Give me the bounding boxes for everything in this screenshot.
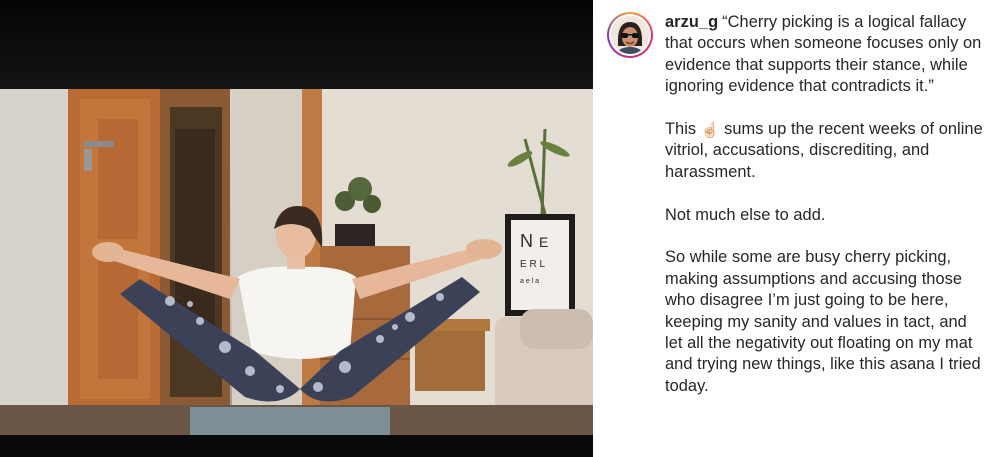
caption-paragraph-4: So while some are busy cherry picking, m…	[665, 248, 981, 395]
svg-text:E: E	[539, 234, 548, 250]
yoga-photo-illustration: N E E R L a e l a	[0, 89, 593, 435]
pointing-up-emoji-icon: ☝🏻	[700, 122, 720, 140]
avatar-border	[609, 14, 651, 56]
caption-pane: arzu_g “Cherry picking is a logical falla…	[593, 0, 1000, 457]
caption-paragraph-1: arzu_g “Cherry picking is a logical falla…	[665, 12, 986, 98]
svg-text:a e l a: a e l a	[520, 278, 539, 285]
yoga-photo[interactable]: N E E R L a e l a	[0, 89, 593, 435]
profile-photo-icon	[611, 16, 649, 54]
caption-p2-pre: This	[665, 120, 701, 139]
caption-paragraph-3: Not much else to add.	[665, 205, 826, 224]
svg-text:N: N	[520, 231, 533, 251]
letterbox-bottom	[0, 435, 593, 457]
svg-text:E R L: E R L	[520, 259, 545, 270]
letterbox-top	[0, 0, 593, 89]
post-media[interactable]: N E E R L a e l a	[0, 0, 593, 457]
post-container: N E E R L a e l a arzu_g “Cherry picking…	[0, 0, 1000, 457]
author-username-link[interactable]: arzu_g	[665, 13, 718, 31]
post-caption: arzu_g “Cherry picking is a logical falla…	[665, 12, 986, 457]
avatar[interactable]	[611, 16, 649, 54]
avatar-story-ring[interactable]	[607, 12, 653, 58]
caption-paragraph-2: This ☝🏻 sums up the recent weeks of onli…	[665, 119, 986, 183]
